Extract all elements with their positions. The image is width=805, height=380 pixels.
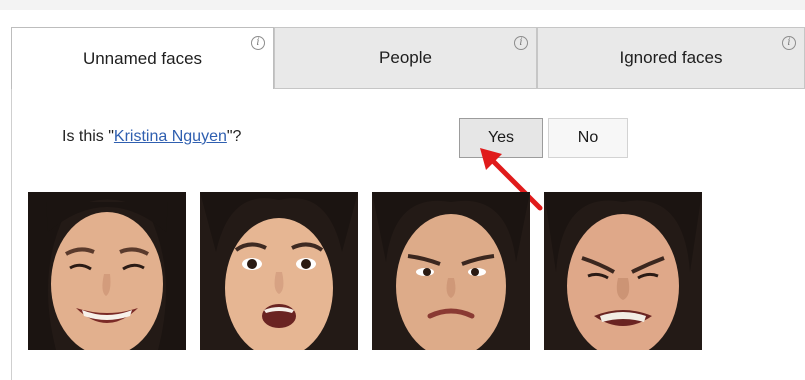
tab-label: Ignored faces bbox=[619, 48, 723, 67]
tab-unnamed-faces[interactable]: Unnamed faces i bbox=[11, 27, 274, 89]
question-prefix: Is this " bbox=[62, 128, 114, 145]
face-thumbnail[interactable] bbox=[28, 192, 186, 350]
tab-divider bbox=[274, 88, 805, 89]
no-button[interactable]: No bbox=[548, 118, 628, 158]
tab-bar: Unnamed faces i People i Ignored faces i bbox=[11, 27, 805, 89]
info-icon[interactable]: i bbox=[251, 36, 265, 50]
info-icon[interactable]: i bbox=[782, 36, 796, 50]
identity-question: Is this "Kristina Nguyen"? bbox=[62, 128, 241, 146]
tab-ignored-faces[interactable]: Ignored faces i bbox=[537, 27, 805, 89]
question-suffix: "? bbox=[226, 128, 242, 145]
tab-label: People bbox=[379, 48, 432, 67]
face-thumbnail[interactable] bbox=[544, 192, 702, 350]
top-strip bbox=[0, 0, 805, 10]
face-thumbnail[interactable] bbox=[372, 192, 530, 350]
tab-people[interactable]: People i bbox=[274, 27, 537, 89]
person-name-link[interactable]: Kristina Nguyen bbox=[114, 128, 227, 145]
face-thumbnail[interactable] bbox=[200, 192, 358, 350]
tab-label: Unnamed faces bbox=[82, 48, 203, 68]
info-icon[interactable]: i bbox=[514, 36, 528, 50]
